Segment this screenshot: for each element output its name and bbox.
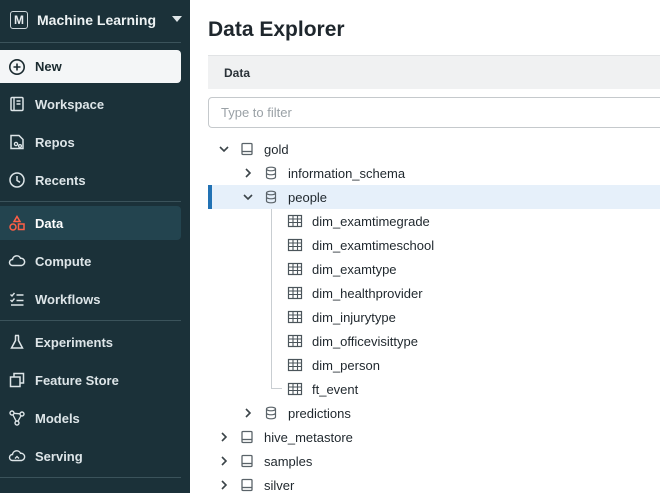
sidebar-divider <box>0 477 181 478</box>
serving-icon <box>8 447 26 465</box>
sidebar-item-label: Workspace <box>35 96 105 112</box>
chevron-right-icon[interactable] <box>242 407 254 419</box>
plus-circle-icon <box>8 58 26 76</box>
tree-row-table[interactable] <box>208 281 660 305</box>
sidebar-item-compute[interactable]: Compute <box>0 244 181 278</box>
data-icon <box>8 214 26 232</box>
tree-item-label: dim_person <box>312 358 380 373</box>
tree-item-label: people <box>288 190 328 205</box>
catalog-icon <box>239 453 255 469</box>
sidebar-item-new[interactable]: New <box>0 50 181 83</box>
chevron-down-icon[interactable] <box>218 143 230 155</box>
sidebar-item-label: Recents <box>35 172 86 188</box>
sidebar-item-workflows[interactable]: Workflows <box>0 282 181 316</box>
tree-row-table[interactable] <box>208 305 660 329</box>
tree-row-table[interactable] <box>208 353 660 377</box>
sidebar-divider <box>0 42 181 43</box>
table-icon <box>287 333 303 349</box>
sidebar-item-experiments[interactable]: Experiments <box>0 325 181 359</box>
chevron-down-icon[interactable] <box>242 191 254 203</box>
persona-switcher[interactable]: M Machine Learning <box>8 8 190 32</box>
feature-store-icon <box>8 371 26 389</box>
database-icon <box>263 165 279 181</box>
sidebar-item-label: Repos <box>35 134 75 150</box>
sidebar-item-label: Workflows <box>35 291 101 307</box>
table-icon <box>287 285 303 301</box>
tab-data[interactable]: Data <box>224 66 250 80</box>
sidebar-item-label: Models <box>35 410 80 426</box>
sidebar-item-label: New <box>35 59 62 74</box>
selection-indicator <box>208 185 212 209</box>
database-icon <box>263 405 279 421</box>
sidebar-item-models[interactable]: Models <box>0 401 181 435</box>
database-icon <box>263 189 279 205</box>
tree-item-label: dim_examtimegrade <box>312 214 430 229</box>
table-icon <box>287 381 303 397</box>
sidebar-item-label: Experiments <box>35 334 114 350</box>
sidebar-item-label: Data <box>35 215 64 231</box>
sidebar-item-label: Feature Store <box>35 372 119 388</box>
sidebar-item-recents[interactable]: Recents <box>0 163 181 197</box>
cloud-icon <box>8 252 26 270</box>
caret-down-icon <box>172 16 182 22</box>
tree-item-label: hive_metastore <box>264 430 353 445</box>
tree-item-label: dim_healthprovider <box>312 286 423 301</box>
sidebar-item-workspace[interactable]: Workspace <box>0 87 181 121</box>
tree-row-table[interactable] <box>208 329 660 353</box>
sidebar-item-repos[interactable]: Repos <box>0 125 181 159</box>
sidebar-item-serving[interactable]: Serving <box>0 439 181 473</box>
catalog-icon <box>239 141 255 157</box>
tree-item-label: predictions <box>288 406 351 421</box>
chevron-right-icon[interactable] <box>218 431 230 443</box>
persona-label: Machine Learning <box>37 12 157 28</box>
tree-item-label: gold <box>264 142 289 157</box>
filter-input[interactable] <box>208 97 660 128</box>
tree-row-table[interactable] <box>208 257 660 281</box>
sidebar-divider <box>0 201 181 202</box>
table-icon <box>287 309 303 325</box>
tree-item-label: dim_injurytype <box>312 310 396 325</box>
catalog-icon <box>239 429 255 445</box>
sidebar: M Machine Learning New Workspace Repos R… <box>0 0 190 493</box>
page-title: Data Explorer <box>208 18 345 41</box>
flask-icon <box>8 333 26 351</box>
persona-icon: M <box>10 11 28 29</box>
sidebar-item-label: Compute <box>35 253 92 269</box>
chevron-right-icon[interactable] <box>218 455 230 467</box>
tree-item-label: samples <box>264 454 313 469</box>
table-icon <box>287 357 303 373</box>
tree-row-table[interactable] <box>208 209 660 233</box>
workflows-icon <box>8 290 26 308</box>
tree-item-label: ft_event <box>312 382 359 397</box>
sidebar-item-label: Serving <box>35 448 83 464</box>
tree-item-label: dim_examtimeschool <box>312 238 435 253</box>
table-icon <box>287 237 303 253</box>
clock-icon <box>8 171 26 189</box>
tree-item-label: dim_officevisittype <box>312 334 418 349</box>
models-icon <box>8 409 26 427</box>
tree-item-label: dim_examtype <box>312 262 397 277</box>
chevron-right-icon[interactable] <box>242 167 254 179</box>
chevron-right-icon[interactable] <box>218 479 230 491</box>
table-icon <box>287 261 303 277</box>
tree-item-label: silver <box>264 478 295 493</box>
table-icon <box>287 213 303 229</box>
sidebar-divider <box>0 320 181 321</box>
workspace-icon <box>8 95 26 113</box>
tab-bar: Data <box>208 55 660 89</box>
sidebar-item-feature-store[interactable]: Feature Store <box>0 363 181 397</box>
repos-icon <box>8 133 26 151</box>
sidebar-item-data[interactable]: Data <box>0 206 181 240</box>
tree-item-label: information_schema <box>288 166 406 181</box>
tree-row-table[interactable] <box>208 377 660 401</box>
catalog-icon <box>239 477 255 493</box>
